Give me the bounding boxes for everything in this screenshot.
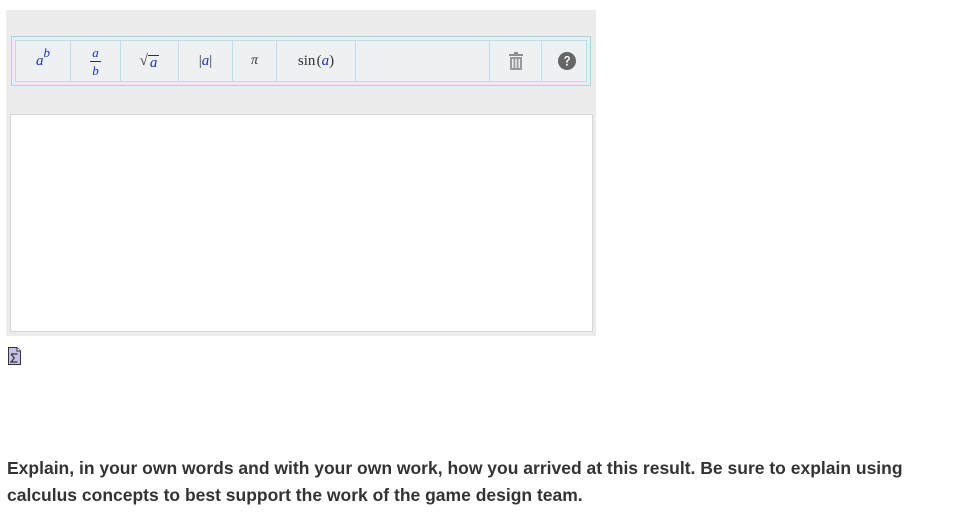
- sqrt-button[interactable]: √ a: [121, 41, 179, 81]
- abs-right-bar: |: [209, 52, 213, 69]
- fraction-button[interactable]: a b: [71, 41, 121, 81]
- sin-close: ): [329, 52, 335, 69]
- trash-button[interactable]: [489, 41, 542, 81]
- sqrt-icon: √: [139, 52, 148, 69]
- power-exponent: b: [43, 44, 51, 60]
- trash-icon: [508, 52, 523, 70]
- sin-button[interactable]: sin (a): [277, 41, 356, 81]
- sigma-icon[interactable]: [8, 347, 21, 365]
- math-editor: ab a b √ a |a| π sin (a): [6, 10, 596, 336]
- fraction-numerator: a: [92, 44, 99, 60]
- fraction-denominator: b: [92, 62, 99, 78]
- fraction-bar: [90, 60, 101, 62]
- sin-fn: sin: [297, 52, 316, 69]
- power-button[interactable]: ab: [16, 41, 71, 81]
- question-text: Explain, in your own words and with your…: [7, 458, 903, 505]
- fraction-glyph: a b: [90, 46, 101, 77]
- help-button[interactable]: [542, 41, 591, 81]
- abs-button[interactable]: |a|: [179, 41, 233, 81]
- pi-symbol: π: [250, 53, 258, 68]
- math-toolbar: ab a b √ a |a| π sin (a): [11, 36, 591, 86]
- sqrt-glyph: √ a: [140, 53, 160, 70]
- pi-button[interactable]: π: [233, 41, 277, 81]
- sqrt-radicand: a: [147, 54, 160, 71]
- help-icon: [557, 52, 576, 70]
- math-toolbar-inner: ab a b √ a |a| π sin (a): [15, 40, 587, 82]
- answer-textarea[interactable]: [10, 114, 593, 332]
- power-base: a: [36, 52, 44, 69]
